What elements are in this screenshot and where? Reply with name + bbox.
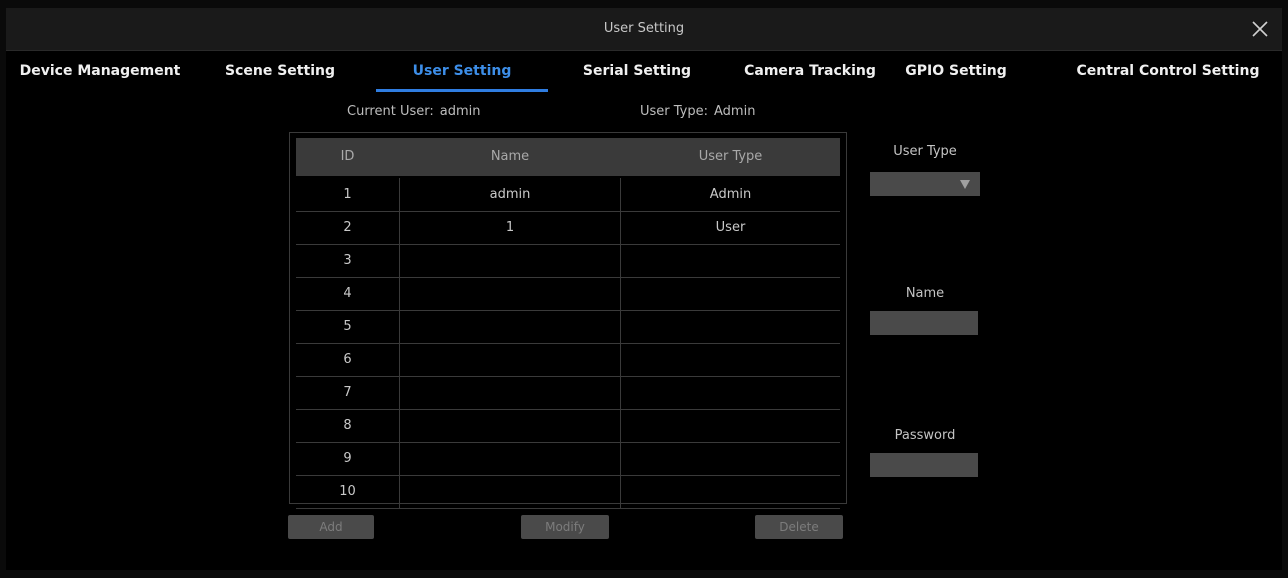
cell-user-type <box>621 475 840 508</box>
cell-name: 1 <box>400 211 621 244</box>
name-field[interactable] <box>870 311 978 335</box>
cell-id: 3 <box>296 244 400 277</box>
password-label: Password <box>894 428 956 443</box>
table-row[interactable]: 8 <box>296 409 840 443</box>
cell-id: 6 <box>296 343 400 376</box>
cell-name <box>400 343 621 376</box>
cell-name <box>400 376 621 409</box>
user-type-status-value: Admin <box>714 104 756 119</box>
tab-scene-setting[interactable]: Scene Setting <box>212 52 348 92</box>
cell-name <box>400 277 621 310</box>
table-row[interactable]: 9 <box>296 442 840 476</box>
current-user-label: Current User: <box>347 104 434 119</box>
delete-button[interactable]: Delete <box>755 515 843 539</box>
tab-bar: Device Management Scene Setting User Set… <box>6 52 1282 92</box>
table-row[interactable]: 1 admin Admin <box>296 178 840 212</box>
tab-camera-tracking[interactable]: Camera Tracking <box>728 52 892 92</box>
table-row[interactable]: 5 <box>296 310 840 344</box>
cell-id: 4 <box>296 277 400 310</box>
header-name: Name <box>490 149 530 164</box>
cell-user-type <box>621 244 840 277</box>
password-field[interactable] <box>870 453 978 477</box>
current-user-value: admin <box>439 104 481 119</box>
table-row[interactable]: 10 <box>296 475 840 509</box>
cell-name <box>400 310 621 343</box>
tab-user-setting[interactable]: User Setting <box>376 52 548 92</box>
header-id: ID <box>340 149 355 164</box>
cell-id: 9 <box>296 442 400 475</box>
header-user-type: User Type <box>698 149 763 164</box>
dropdown-arrow-icon <box>960 180 970 189</box>
user-type-info: User Type: Admin <box>640 104 755 119</box>
close-icon[interactable] <box>1248 17 1272 41</box>
window-title: User Setting <box>603 21 685 36</box>
cell-user-type: Admin <box>709 187 752 202</box>
table-row[interactable]: 6 <box>296 343 840 377</box>
cell-user-type <box>621 277 840 310</box>
cell-user-type <box>621 442 840 475</box>
cell-user-type <box>621 376 840 409</box>
cell-name <box>400 442 621 475</box>
user-type-label: User Type <box>893 144 957 159</box>
user-table: ID Name User Type 1 admin Admin 2 1 User 3 4 5 6 7… <box>289 132 847 509</box>
tab-serial-setting[interactable]: Serial Setting <box>572 52 702 92</box>
cell-name <box>400 475 621 508</box>
cell-user-type <box>621 310 840 343</box>
table-row[interactable]: 2 1 User <box>296 211 840 245</box>
cell-user-type <box>621 343 840 376</box>
user-type-status-label: User Type: <box>640 104 709 119</box>
cell-id: 1 <box>296 178 400 211</box>
cell-id: 2 <box>296 211 400 244</box>
modify-button[interactable]: Modify <box>521 515 609 539</box>
user-type-select[interactable] <box>870 172 980 196</box>
table-row[interactable]: 4 <box>296 277 840 311</box>
tab-gpio-setting[interactable]: GPIO Setting <box>890 52 1022 92</box>
cell-id: 5 <box>296 310 400 343</box>
tab-device-management[interactable]: Device Management <box>16 52 184 92</box>
add-button[interactable]: Add <box>288 515 374 539</box>
tab-central-control-setting[interactable]: Central Control Setting <box>1066 52 1270 92</box>
user-setting-window: User Setting Device Management Scene Set… <box>6 8 1282 570</box>
title-bar: User Setting <box>6 8 1282 51</box>
table-row[interactable]: 7 <box>296 376 840 410</box>
cell-name <box>400 409 621 442</box>
current-user-info: Current User: admin <box>347 104 480 119</box>
table-row[interactable]: 3 <box>296 244 840 278</box>
cell-name <box>400 244 621 277</box>
cell-name: admin <box>400 178 621 211</box>
cell-id: 7 <box>296 376 400 409</box>
table-header: ID Name User Type <box>296 138 840 176</box>
cell-user-type <box>621 409 840 442</box>
cell-id: 10 <box>296 475 400 508</box>
cell-id: 8 <box>296 409 400 442</box>
cell-user-type: User <box>715 220 746 235</box>
name-label: Name <box>905 286 945 301</box>
